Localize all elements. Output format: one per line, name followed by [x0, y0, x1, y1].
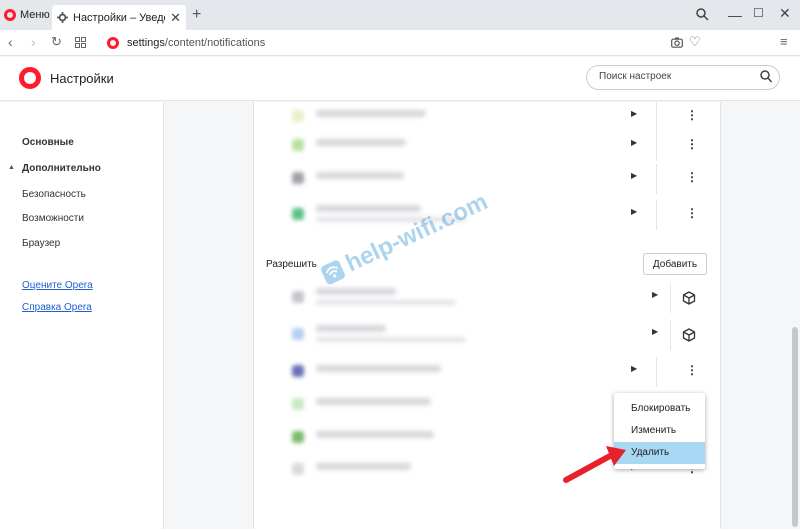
sidebar-item-security[interactable]: Безопасность	[22, 189, 86, 200]
url-host: settings	[127, 37, 165, 49]
expand-arrow-icon[interactable]: ▶	[631, 171, 637, 180]
address-bar: ‹ › ↻ settings/content/notifications ♡ ≡	[0, 30, 800, 56]
site-row: ▶ ⋮	[254, 102, 722, 132]
site-favicon	[292, 328, 304, 340]
blurred-site-detail	[316, 300, 456, 305]
scrollbar-thumb[interactable]	[792, 327, 798, 527]
divider	[656, 357, 657, 387]
gear-icon	[57, 12, 68, 23]
minimize-icon[interactable]: —	[728, 8, 742, 22]
search-input[interactable]	[599, 71, 749, 82]
tab-title: Настройки – Уведомлени	[73, 11, 165, 24]
search-icon[interactable]	[760, 70, 772, 84]
site-favicon	[292, 398, 304, 410]
easy-setup-menu-icon[interactable]: ≡	[780, 35, 788, 48]
url-field[interactable]: settings/content/notifications	[127, 37, 265, 49]
sidebar-item-features[interactable]: Возможности	[22, 213, 84, 224]
expand-arrow-icon[interactable]: ▶	[631, 207, 637, 216]
camera-icon[interactable]	[671, 37, 683, 48]
sidebar-item-label: Дополнительно	[22, 163, 101, 174]
blurred-site-name	[316, 172, 404, 179]
site-favicon	[292, 110, 304, 122]
blurred-site-detail	[316, 337, 466, 342]
vertical-dots-icon[interactable]: ⋮	[686, 171, 698, 183]
site-row: ▶	[254, 320, 722, 350]
menu-item-block[interactable]: Блокировать	[614, 398, 705, 420]
heart-icon[interactable]: ♡	[689, 35, 701, 48]
expand-arrow-icon[interactable]: ▶	[652, 327, 658, 336]
sidebar-item-advanced[interactable]: ▲ Дополнительно	[8, 163, 101, 174]
divider	[656, 164, 657, 194]
expand-arrow-icon[interactable]: ▶	[652, 290, 658, 299]
site-favicon	[292, 365, 304, 377]
menu-label: Меню	[20, 9, 50, 21]
vertical-dots-icon[interactable]: ⋮	[686, 207, 698, 219]
divider	[656, 102, 657, 132]
site-row: ▶ ⋮	[254, 357, 722, 387]
blurred-site-name	[316, 110, 426, 117]
blurred-site-name	[316, 398, 431, 405]
blurred-site-name	[316, 205, 421, 212]
add-button[interactable]: Добавить	[643, 253, 707, 275]
divider	[656, 131, 657, 161]
menu-item-edit[interactable]: Изменить	[614, 420, 705, 442]
opera-logo-icon	[107, 37, 119, 49]
opera-logo-icon	[4, 9, 16, 21]
chevron-left-icon[interactable]: ‹	[8, 35, 13, 49]
sidebar-item-browser[interactable]: Браузер	[22, 238, 60, 249]
settings-search-box[interactable]	[586, 65, 780, 90]
settings-sidebar: Основные ▲ Дополнительно Безопасность Во…	[0, 102, 164, 529]
search-tabs-icon[interactable]	[696, 8, 709, 21]
tab-settings[interactable]: Настройки – Уведомлени ✕	[52, 5, 186, 30]
site-favicon	[292, 139, 304, 151]
divider	[670, 283, 671, 313]
caret-up-icon: ▲	[8, 164, 15, 171]
site-favicon	[292, 291, 304, 303]
blurred-site-name	[316, 431, 434, 438]
blurred-site-name	[316, 365, 441, 372]
opera-logo-icon	[19, 67, 41, 89]
url-path: /content/notifications	[164, 37, 266, 49]
site-row: ▶ ⋮	[254, 131, 722, 161]
divider	[656, 200, 657, 230]
close-window-icon[interactable]: ✕	[779, 6, 791, 20]
expand-arrow-icon[interactable]: ▶	[631, 138, 637, 147]
opera-help-link[interactable]: Справка Opera	[22, 302, 92, 313]
vertical-dots-icon[interactable]: ⋮	[686, 364, 698, 376]
site-favicon	[292, 208, 304, 220]
new-tab-icon[interactable]: +	[192, 7, 201, 23]
opera-menu-button[interactable]: Меню	[4, 6, 50, 24]
site-favicon	[292, 463, 304, 475]
divider	[670, 320, 671, 350]
settings-header: Настройки	[0, 57, 800, 101]
chevron-right-icon[interactable]: ›	[31, 35, 36, 49]
expand-arrow-icon[interactable]: ▶	[631, 109, 637, 118]
reload-icon[interactable]: ↻	[51, 35, 62, 48]
maximize-icon[interactable]: ☐	[753, 7, 764, 19]
blurred-site-name	[316, 325, 386, 332]
vertical-dots-icon[interactable]: ⋮	[686, 109, 698, 121]
grid-icon[interactable]	[75, 37, 86, 48]
expand-arrow-icon[interactable]: ▶	[631, 364, 637, 373]
site-favicon	[292, 431, 304, 443]
site-row: ▶	[254, 283, 722, 313]
vertical-dots-icon[interactable]: ⋮	[686, 138, 698, 150]
allow-section-label: Разрешить	[266, 259, 317, 270]
red-arrow-annotation	[563, 446, 626, 483]
rate-opera-link[interactable]: Оцените Opera	[22, 280, 93, 291]
cube-icon[interactable]	[682, 328, 696, 342]
blurred-site-name	[316, 139, 406, 146]
sidebar-item-basic[interactable]: Основные	[22, 137, 74, 148]
site-favicon	[292, 172, 304, 184]
close-tab-icon[interactable]: ✕	[170, 11, 181, 24]
page-title: Настройки	[50, 71, 114, 86]
cube-icon[interactable]	[682, 291, 696, 305]
title-bar: Меню Настройки – Уведомлени ✕ + — ☐ ✕	[0, 0, 800, 30]
blurred-site-name	[316, 463, 411, 470]
